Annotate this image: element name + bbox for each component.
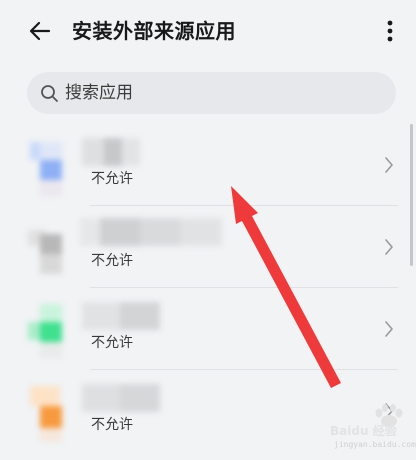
list-item[interactable]: 不允许 (0, 124, 416, 206)
app-icon (26, 216, 78, 278)
install-permission-status: 不允许 (91, 253, 133, 269)
app-icon (26, 134, 78, 196)
install-permission-status: 不允许 (91, 335, 133, 351)
list-item[interactable]: 不允许 (0, 288, 416, 370)
install-permission-status: 不允许 (91, 171, 133, 187)
search-bar[interactable] (27, 72, 396, 114)
scrollbar[interactable] (410, 124, 413, 266)
back-arrow-icon[interactable] (26, 17, 54, 45)
chevron-right-icon (385, 321, 393, 337)
chevron-right-icon (385, 239, 393, 255)
watermark-url: jingyan.baidu.com (334, 440, 416, 449)
more-vertical-icon[interactable] (378, 17, 402, 45)
search-icon (41, 85, 58, 102)
app-bar: 安装外部来源应用 (0, 0, 416, 62)
chevron-right-icon (385, 157, 393, 173)
page-title: 安装外部来源应用 (72, 19, 236, 43)
watermark: Baidu 经验 jingyan.baidu.com (328, 404, 416, 458)
list-item[interactable]: 不允许 (0, 206, 416, 288)
search-input[interactable] (65, 78, 365, 108)
watermark-brand: Baidu 经验 (330, 424, 397, 438)
app-icon (26, 380, 78, 442)
install-permission-status: 不允许 (91, 417, 133, 433)
app-icon (26, 298, 78, 360)
